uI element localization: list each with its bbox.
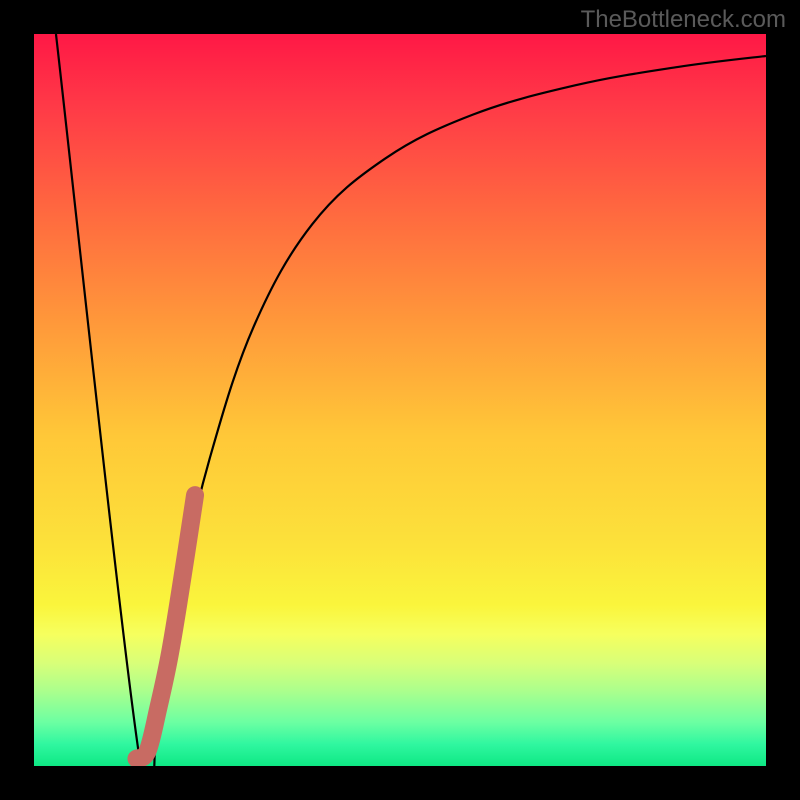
chart-frame: TheBottleneck.com (0, 0, 800, 800)
highlight-segment (136, 495, 195, 759)
plot-area (34, 34, 766, 766)
chart-svg (34, 34, 766, 766)
watermark-text: TheBottleneck.com (581, 6, 786, 34)
